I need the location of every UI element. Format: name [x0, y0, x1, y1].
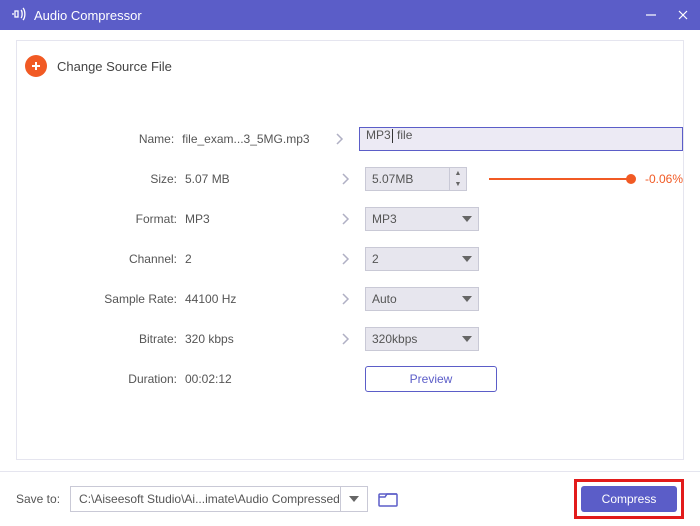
compress-button[interactable]: Compress	[581, 486, 677, 512]
bottom-bar: Save to: C:\Aiseesoft Studio\Ai...imate\…	[0, 471, 700, 526]
minimize-button[interactable]	[644, 8, 658, 22]
chevron-down-icon	[462, 256, 472, 262]
channel-label: Channel:	[17, 252, 185, 266]
format-source-value: MP3	[185, 212, 325, 226]
format-select-value: MP3	[372, 212, 397, 226]
name-label: Name:	[17, 132, 182, 146]
save-path-select[interactable]: C:\Aiseesoft Studio\Ai...imate\Audio Com…	[70, 486, 368, 512]
bitrate-select-value: 320kbps	[372, 332, 417, 346]
chevron-right-icon	[334, 132, 344, 146]
row-size: Size: 5.07 MB 5.07MB ▲ ▼	[17, 159, 683, 199]
bitrate-select[interactable]: 320kbps	[365, 327, 479, 351]
channel-source-value: 2	[185, 252, 325, 266]
size-step-down[interactable]: ▼	[450, 179, 466, 190]
chevron-down-icon[interactable]	[340, 487, 367, 511]
close-button[interactable]	[676, 8, 690, 22]
size-source-value: 5.07 MB	[185, 172, 325, 186]
chevron-down-icon	[462, 336, 472, 342]
row-format: Format: MP3 MP3	[17, 199, 683, 239]
row-sample-rate: Sample Rate: 44100 Hz Auto	[17, 279, 683, 319]
row-bitrate: Bitrate: 320 kbps 320kbps	[17, 319, 683, 359]
name-input[interactable]: MP3 file	[359, 127, 683, 151]
chevron-right-icon	[340, 332, 350, 346]
preview-button[interactable]: Preview	[365, 366, 497, 392]
format-select[interactable]: MP3	[365, 207, 479, 231]
duration-value: 00:02:12	[185, 372, 325, 386]
row-channel: Channel: 2 2	[17, 239, 683, 279]
sample-rate-select-value: Auto	[372, 292, 397, 306]
duration-label: Duration:	[17, 372, 185, 386]
change-source-file-button[interactable]: Change Source File	[17, 41, 683, 89]
compress-highlight: Compress	[574, 479, 684, 519]
size-delta: -0.06%	[645, 172, 683, 186]
bitrate-source-value: 320 kbps	[185, 332, 325, 346]
bitrate-label: Bitrate:	[17, 332, 185, 346]
sample-rate-select[interactable]: Auto	[365, 287, 479, 311]
save-path-text: C:\Aiseesoft Studio\Ai...imate\Audio Com…	[71, 492, 340, 506]
audio-compressor-window: Audio Compressor Change Source File Name…	[0, 0, 700, 526]
sample-rate-label: Sample Rate:	[17, 292, 185, 306]
row-duration: Duration: 00:02:12 Preview	[17, 359, 683, 399]
chevron-right-icon	[340, 252, 350, 266]
app-icon	[10, 6, 26, 25]
channel-select[interactable]: 2	[365, 247, 479, 271]
text-cursor	[392, 129, 393, 143]
format-label: Format:	[17, 212, 185, 226]
channel-select-value: 2	[372, 252, 379, 266]
settings-form: Name: file_exam...3_5MG.mp3 MP3 file Siz…	[17, 119, 683, 399]
size-step-up[interactable]: ▲	[450, 168, 466, 179]
name-source-value: file_exam...3_5MG.mp3	[182, 132, 320, 146]
size-stepper[interactable]: 5.07MB ▲ ▼	[365, 167, 467, 191]
open-folder-button[interactable]	[378, 491, 398, 507]
change-source-label: Change Source File	[57, 59, 172, 74]
size-stepper-value: 5.07MB	[366, 172, 449, 186]
main-panel: Change Source File Name: file_exam...3_5…	[16, 40, 684, 460]
sample-rate-source-value: 44100 Hz	[185, 292, 325, 306]
save-to-label: Save to:	[16, 492, 60, 506]
titlebar: Audio Compressor	[0, 0, 700, 30]
window-title: Audio Compressor	[34, 8, 142, 23]
chevron-down-icon	[462, 296, 472, 302]
plus-icon	[25, 55, 47, 77]
chevron-right-icon	[340, 292, 350, 306]
chevron-down-icon	[462, 216, 472, 222]
slider-thumb[interactable]	[626, 174, 636, 184]
chevron-right-icon	[340, 172, 350, 186]
size-slider[interactable]	[489, 178, 631, 180]
chevron-right-icon	[340, 212, 350, 226]
size-label: Size:	[17, 172, 185, 186]
row-name: Name: file_exam...3_5MG.mp3 MP3 file	[17, 119, 683, 159]
